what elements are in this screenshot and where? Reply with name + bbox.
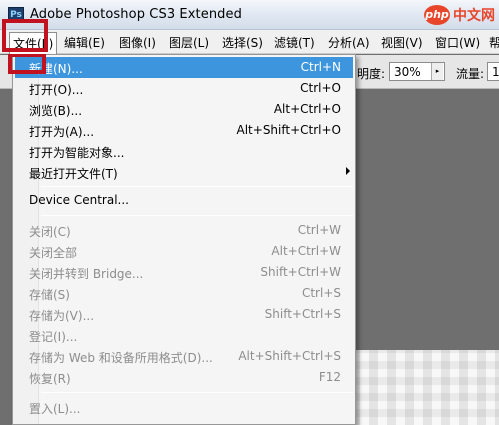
highlight-box-new-item xyxy=(8,54,46,74)
file-menu-dropdown: 新建(N)... Ctrl+N 打开(O)... Ctrl+O 浏览(B)...… xyxy=(12,54,356,425)
menu-separator xyxy=(41,215,353,216)
menu-item-check-in: 登记(I)... xyxy=(15,325,353,346)
menu-item-open-as[interactable]: 打开为(A)... Alt+Shift+Ctrl+O xyxy=(15,120,353,141)
menu-bar: 文件(F) 编辑(E) 图像(I) 图层(L) 选择(S) 滤镜(T) 分析(A… xyxy=(0,30,499,54)
menu-item-label: 恢复(R) xyxy=(29,372,71,386)
menu-analysis[interactable]: 分析(A) xyxy=(328,34,370,51)
menu-select[interactable]: 选择(S) xyxy=(222,34,263,51)
menu-item-label: 打开(O)... xyxy=(29,83,84,97)
menu-item-shortcut: Ctrl+S xyxy=(301,286,341,300)
menu-item-shortcut: Shift+Ctrl+S xyxy=(264,307,341,321)
menu-item-close-and-go-to-bridge: 关闭并转到 Bridge... Shift+Ctrl+W xyxy=(15,262,353,283)
highlight-box-file-menu xyxy=(2,19,48,52)
menu-item-close-all: 关闭全部 Alt+Ctrl+W xyxy=(15,241,353,262)
menu-item-open-recent[interactable]: 最近打开文件(T) xyxy=(15,162,353,183)
menu-item-revert: 恢复(R) F12 xyxy=(15,367,353,388)
menu-help[interactable]: 帮 xyxy=(489,34,499,51)
flow-field[interactable]: 10 xyxy=(487,62,499,81)
flow-label: 流量: xyxy=(456,67,485,81)
menu-item-shortcut: Alt+Ctrl+O xyxy=(273,102,341,116)
menu-edit[interactable]: 编辑(E) xyxy=(64,34,105,51)
menu-filter[interactable]: 滤镜(T) xyxy=(274,34,315,51)
submenu-arrow-icon xyxy=(346,167,350,175)
menu-item-label: 存储为 Web 和设备所用格式(D)... xyxy=(29,351,213,365)
menu-item-browse[interactable]: 浏览(B)... Alt+Ctrl+O xyxy=(15,99,353,120)
menu-view[interactable]: 视图(V) xyxy=(381,34,423,51)
menu-separator xyxy=(41,186,353,187)
menu-layer[interactable]: 图层(L) xyxy=(169,34,209,51)
menu-item-shortcut: Ctrl+N xyxy=(300,60,341,74)
menu-item-label: 打开为(A)... xyxy=(29,125,95,139)
menu-item-save-for-web: 存储为 Web 和设备所用格式(D)... Alt+Shift+Ctrl+S xyxy=(15,346,353,367)
logo-text: 中文网 xyxy=(453,8,495,24)
menu-item-label: 最近打开文件(T) xyxy=(29,167,118,181)
menu-window[interactable]: 窗口(W) xyxy=(435,34,480,51)
menu-item-open-as-smart-object[interactable]: 打开为智能对象... xyxy=(15,141,353,162)
menu-item-new[interactable]: 新建(N)... Ctrl+N xyxy=(15,57,353,78)
menu-item-place: 置入(L)... xyxy=(15,397,353,418)
menu-item-label: 关闭(C) xyxy=(29,225,71,239)
menu-item-label: 浏览(B)... xyxy=(29,104,83,118)
menu-item-shortcut: Alt+Shift+Ctrl+S xyxy=(238,349,341,363)
menu-item-label: 打开为智能对象... xyxy=(29,146,125,160)
menu-item-shortcut: Shift+Ctrl+W xyxy=(260,265,341,279)
document-canvas xyxy=(342,350,499,425)
menu-item-label: 登记(I)... xyxy=(29,330,78,344)
menu-item-label: 关闭并转到 Bridge... xyxy=(29,267,144,281)
menu-item-shortcut: Ctrl+W xyxy=(297,223,341,237)
menu-item-save-as: 存储为(V)... Shift+Ctrl+S xyxy=(15,304,353,325)
menu-item-label: 置入(L)... xyxy=(29,402,81,416)
menu-image[interactable]: 图像(I) xyxy=(119,34,156,51)
menu-item-open[interactable]: 打开(O)... Ctrl+O xyxy=(15,78,353,99)
menu-item-shortcut: Alt+Ctrl+W xyxy=(271,244,341,258)
menu-item-shortcut: F12 xyxy=(318,370,341,384)
logo-mark: php xyxy=(424,5,450,25)
menu-item-device-central[interactable]: Device Central... xyxy=(15,190,353,211)
menu-item-save: 存储(S) Ctrl+S xyxy=(15,283,353,304)
menu-item-close: 关闭(C) Ctrl+W xyxy=(15,220,353,241)
opacity-label: 明度: xyxy=(357,67,386,81)
menu-item-label: 存储(S) xyxy=(29,288,70,302)
window-title: Adobe Photoshop CS3 Extended xyxy=(30,7,242,22)
opacity-dropdown-arrow-icon[interactable]: ▸ xyxy=(431,63,443,80)
menu-item-label: 存储为(V)... xyxy=(29,309,95,323)
menu-separator xyxy=(41,392,353,393)
menu-item-shortcut: Ctrl+O xyxy=(300,81,341,95)
php-logo: php 中文网 xyxy=(424,2,495,28)
title-bar: Ps Adobe Photoshop CS3 Extended php 中文网 xyxy=(0,0,499,30)
menu-item-label: Device Central... xyxy=(29,193,129,207)
menu-item-shortcut: Alt+Shift+Ctrl+O xyxy=(236,123,341,137)
menu-item-label: 关闭全部 xyxy=(29,246,78,260)
